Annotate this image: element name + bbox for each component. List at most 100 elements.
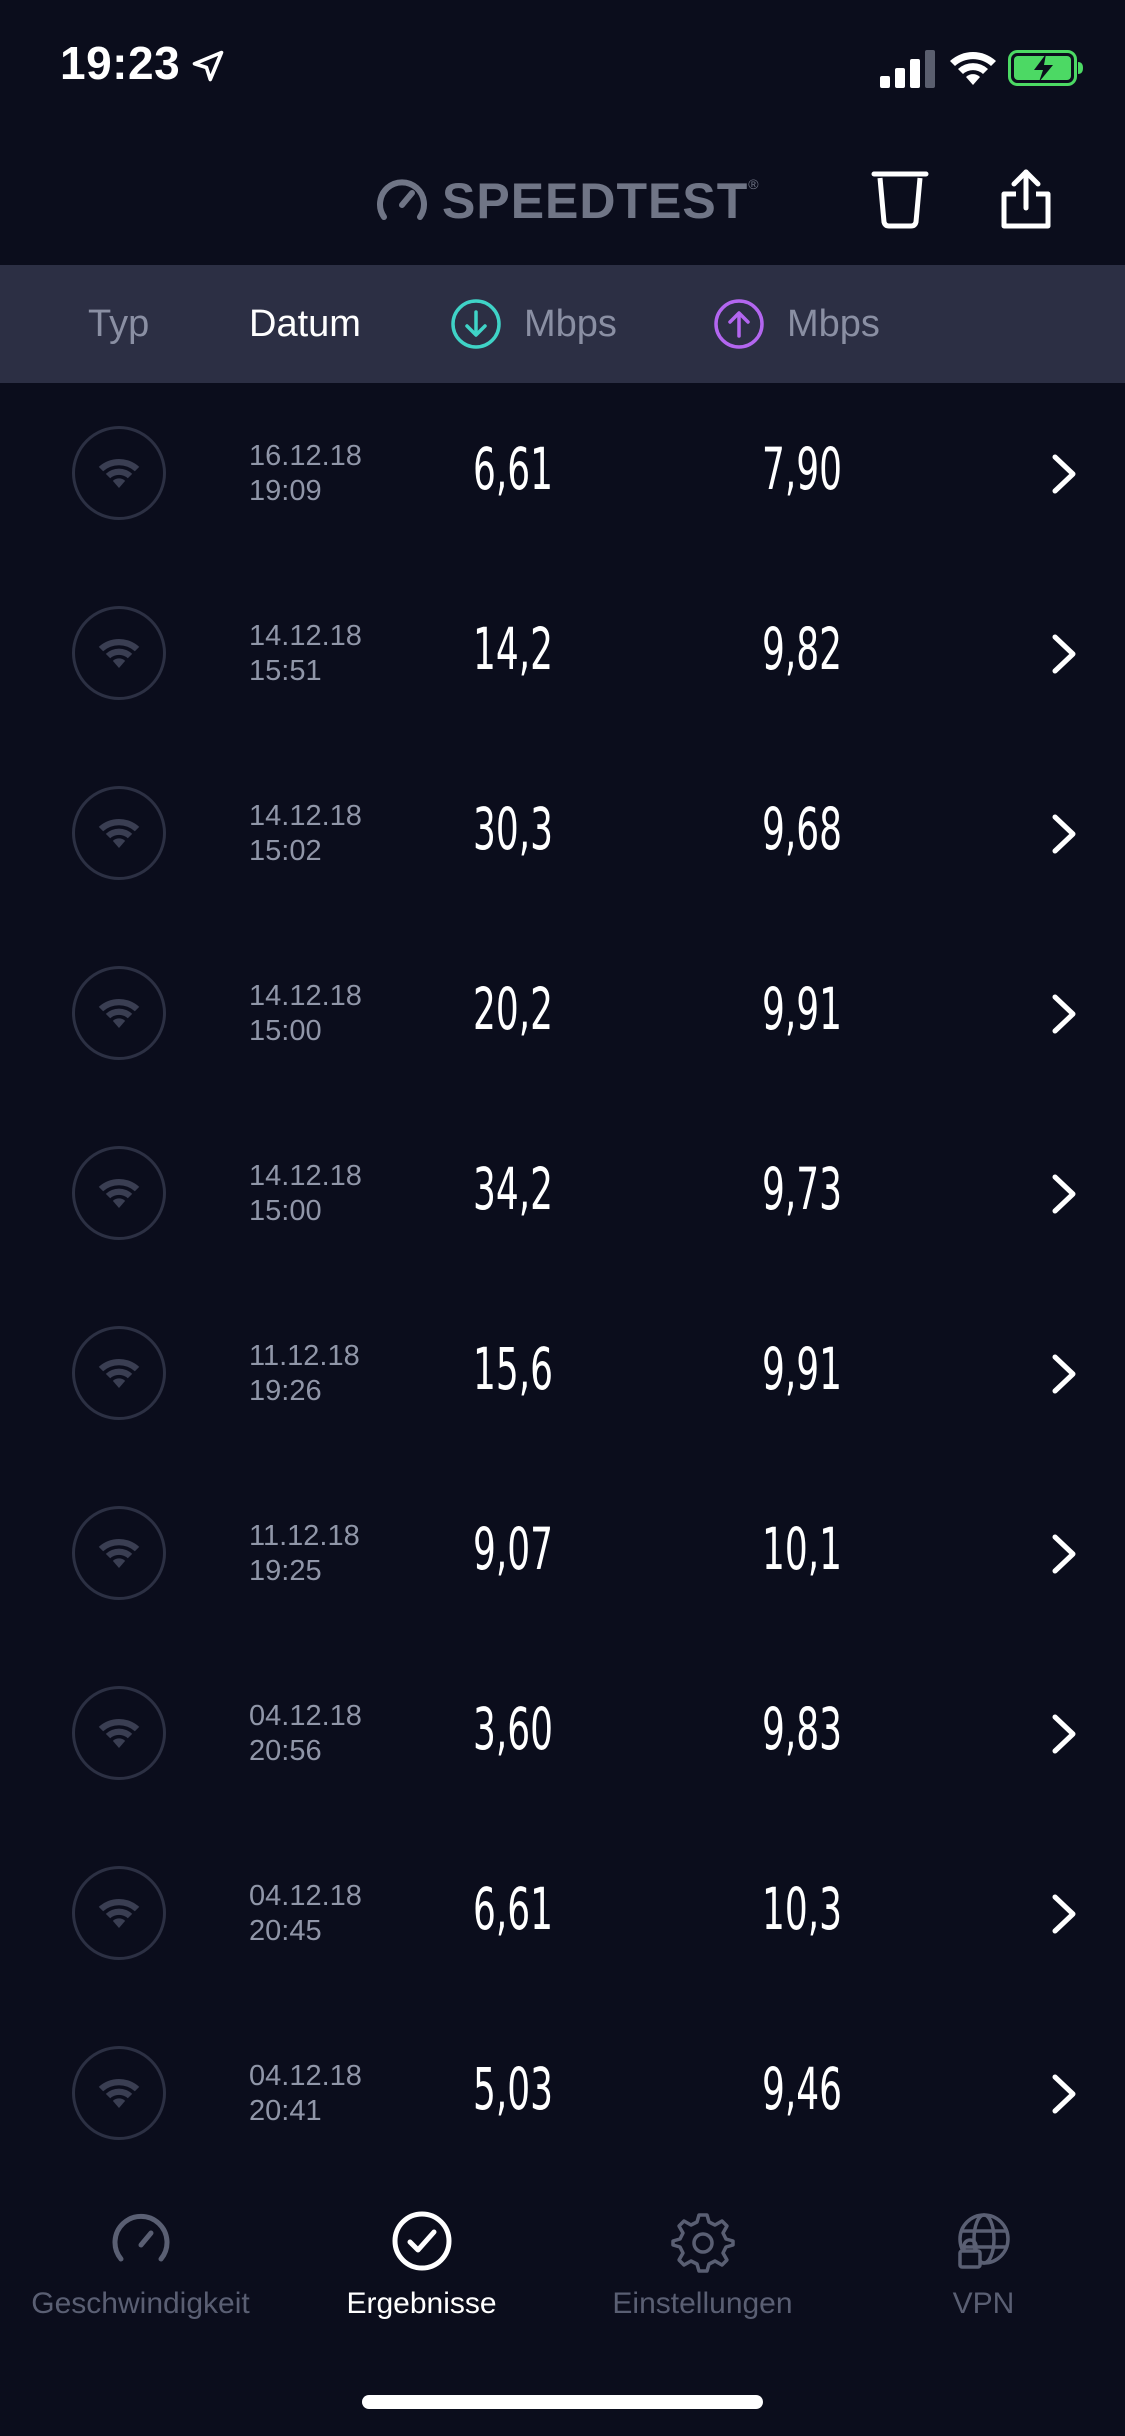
download-speed-value: 6,61 [472,435,554,503]
column-header-bar: Typ Datum Mbps Mbps [0,265,1125,383]
result-row[interactable]: 16.12.18 19:09 6,61 7,90 [0,383,1125,563]
result-time: 15:00 [249,1015,322,1047]
share-button[interactable] [988,160,1064,236]
delete-results-button[interactable] [862,160,938,236]
download-speed-value: 5,03 [472,2055,554,2123]
download-speed-value: 30,3 [472,795,554,863]
wifi-icon [950,52,996,85]
tab-results-label: Ergebnisse [346,2287,497,2320]
result-datetime: 11.12.18 19:25 [249,1519,360,1589]
tab-settings[interactable]: Einstellungen [562,2185,843,2345]
connection-type-badge [72,966,166,1060]
result-date: 04.12.18 [249,1700,362,1732]
upload-speed-value: 9,82 [761,615,843,683]
logo-trademark: ® [748,176,759,192]
chevron-right-icon [1052,1714,1076,1754]
result-row[interactable]: 04.12.18 20:41 5,03 9,46 [0,2003,1125,2183]
result-date: 04.12.18 [249,1880,362,1912]
chevron-right-icon [1052,1894,1076,1934]
download-speed-value: 6,61 [472,1875,554,1943]
chevron-right-icon [1052,634,1076,674]
chevron-right-icon [1052,1534,1076,1574]
upload-arrow-icon [714,299,764,349]
result-datetime: 14.12.18 15:51 [249,619,362,689]
cellular-signal-icon [880,50,935,88]
result-row[interactable]: 11.12.18 19:26 15,6 9,91 [0,1283,1125,1463]
download-speed-value: 15,6 [472,1335,554,1403]
result-row[interactable]: 14.12.18 15:51 14,2 9,82 [0,563,1125,743]
download-speed-value: 20,2 [472,975,554,1043]
chevron-right-icon [1052,994,1076,1034]
wifi-icon [98,998,140,1028]
result-datetime: 04.12.18 20:45 [249,1879,362,1949]
column-date-header[interactable]: Datum [249,265,361,383]
wifi-icon [98,458,140,488]
tab-results[interactable]: Ergebnisse [281,2185,562,2345]
result-datetime: 16.12.18 19:09 [249,439,362,509]
connection-type-badge [72,1506,166,1600]
upload-speed-value: 10,3 [761,1875,843,1943]
result-datetime: 14.12.18 15:00 [249,1159,362,1229]
gear-icon [670,2213,735,2273]
tab-speed-label: Geschwindigkeit [31,2287,250,2320]
status-time: 19:23 [60,37,181,89]
connection-type-badge [72,1866,166,1960]
result-time: 20:56 [249,1735,322,1767]
result-row[interactable]: 14.12.18 15:00 34,2 9,73 [0,1103,1125,1283]
result-datetime: 14.12.18 15:02 [249,799,362,869]
wifi-icon [98,1538,140,1568]
result-date: 16.12.18 [249,440,362,472]
column-type-header[interactable]: Typ [88,265,149,383]
logo-text: SPEEDTEST [442,173,749,229]
result-date: 04.12.18 [249,2060,362,2092]
status-bar: 19:23 [0,0,1125,132]
result-time: 20:41 [249,2095,322,2127]
connection-type-badge [72,606,166,700]
upload-speed-value: 9,73 [761,1155,843,1223]
upload-speed-value: 7,90 [761,435,843,503]
tab-speed[interactable]: Geschwindigkeit [0,2185,281,2345]
wifi-icon [98,638,140,668]
column-download-label: Mbps [524,302,617,345]
column-download-header[interactable]: Mbps [450,265,617,383]
tab-settings-label: Einstellungen [612,2287,793,2320]
result-row[interactable]: 14.12.18 15:00 20,2 9,91 [0,923,1125,1103]
tab-vpn[interactable]: VPN [843,2185,1124,2345]
wifi-icon [98,2078,140,2108]
result-time: 19:25 [249,1555,322,1587]
chevron-right-icon [1052,2074,1076,2114]
connection-type-badge [72,426,166,520]
result-row[interactable]: 04.12.18 20:45 6,61 10,3 [0,1823,1125,2003]
result-date: 14.12.18 [249,620,362,652]
app-header: SPEEDTEST ® [0,132,1125,264]
upload-speed-value: 9,91 [761,1335,843,1403]
trash-icon [871,171,929,229]
wifi-icon [98,1898,140,1928]
download-speed-value: 3,60 [472,1695,554,1763]
chevron-right-icon [1052,454,1076,494]
column-date-label: Datum [249,302,361,345]
checkmark-circle-icon [392,2211,451,2271]
column-upload-header[interactable]: Mbps [713,265,880,383]
wifi-icon [98,1718,140,1748]
download-speed-value: 14,2 [472,615,554,683]
upload-speed-value: 9,46 [761,2055,843,2123]
result-row[interactable]: 14.12.18 15:02 30,3 9,68 [0,743,1125,923]
share-icon [1001,169,1051,229]
upload-speed-value: 9,83 [761,1695,843,1763]
result-time: 19:09 [249,475,322,507]
result-datetime: 04.12.18 20:56 [249,1699,362,1769]
wifi-icon [98,1178,140,1208]
speedometer-icon [112,2213,169,2262]
home-indicator[interactable] [362,2395,763,2409]
location-arrow-icon [192,50,224,82]
upload-speed-value: 10,1 [761,1515,843,1583]
column-type-label: Typ [88,302,150,345]
result-time: 20:45 [249,1915,322,1947]
battery-charging-icon [1008,50,1083,86]
result-row[interactable]: 04.12.18 20:56 3,60 9,83 [0,1643,1125,1823]
tab-bar: Geschwindigkeit Ergebnisse Einstellungen… [0,2185,1125,2385]
result-date: 11.12.18 [249,1520,360,1552]
upload-speed-value: 9,91 [761,975,843,1043]
result-row[interactable]: 11.12.18 19:25 9,07 10,1 [0,1463,1125,1643]
